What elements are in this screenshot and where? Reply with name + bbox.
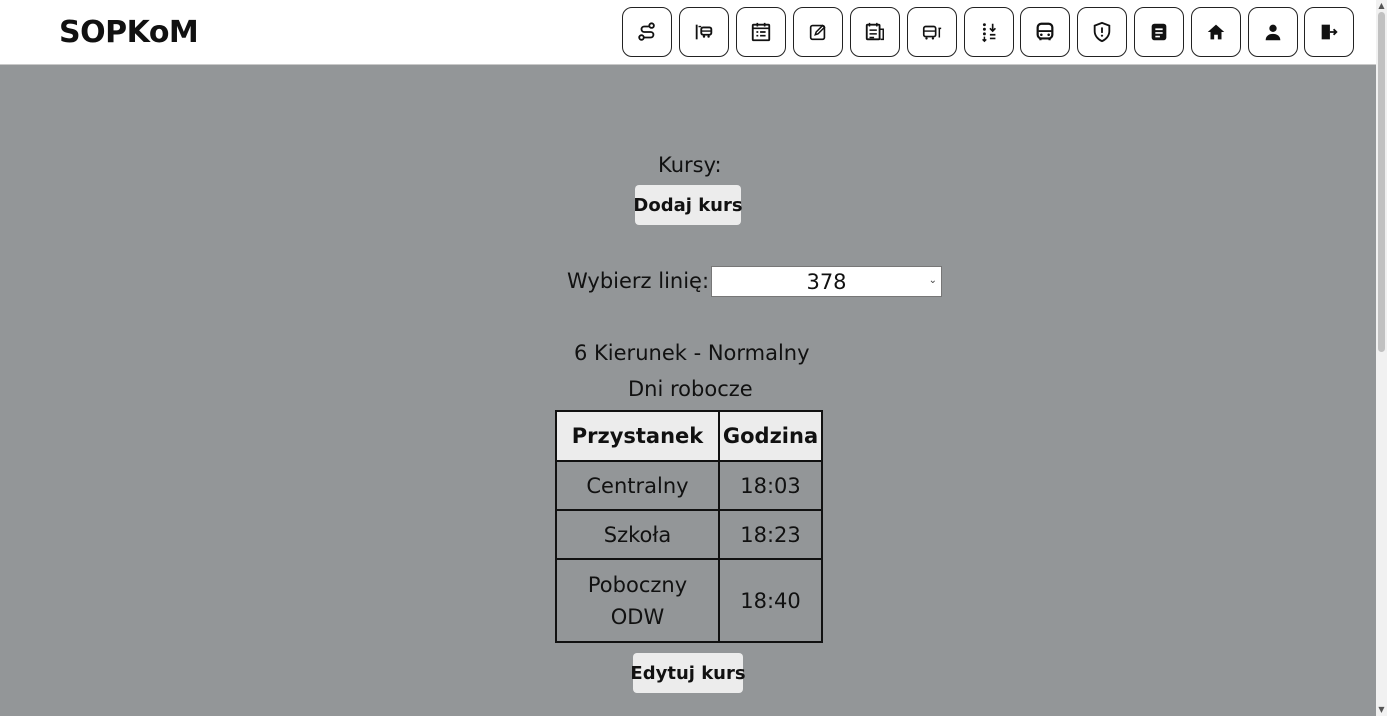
nav-user-button[interactable]: [1248, 7, 1298, 57]
calendar-list-icon: [751, 22, 771, 42]
day-type-heading: Dni robocze: [628, 377, 753, 401]
nav-security-button[interactable]: [1077, 7, 1127, 57]
home-icon: [1207, 24, 1225, 40]
bus-side-icon: [922, 25, 942, 40]
edit-icon: [809, 24, 826, 41]
nav-route-button[interactable]: [622, 7, 672, 57]
scrollbar-thumb[interactable]: [1378, 12, 1385, 352]
nav-edit-button[interactable]: [793, 7, 843, 57]
direction-heading: 6 Kierunek - Normalny: [574, 341, 810, 365]
table-row: Poboczny ODW 18:40: [555, 558, 823, 643]
table-row: Centralny 18:03: [555, 460, 823, 511]
stop-cell: Centralny: [555, 460, 720, 511]
bus-front-icon: [1036, 22, 1054, 41]
route-icon: [638, 22, 655, 41]
app-logo[interactable]: SOPKoM: [59, 15, 199, 50]
nav-vehicle-button[interactable]: [907, 7, 957, 57]
column-header-time: Godzina: [718, 410, 823, 462]
logout-icon: [1321, 24, 1338, 40]
sort-arrows-icon: [982, 23, 997, 43]
bus-stop-icon: [695, 24, 713, 40]
nav-logout-button[interactable]: [1304, 7, 1354, 57]
time-cell: 18:23: [718, 509, 823, 560]
time-cell: 18:03: [718, 460, 823, 511]
nav-calendar-list-button[interactable]: [736, 7, 786, 57]
line-select[interactable]: 378 ⌄: [711, 266, 942, 297]
column-header-stop: Przystanek: [555, 410, 720, 462]
nav-notes-button[interactable]: [1134, 7, 1184, 57]
timetable: Przystanek Godzina Centralny 18:03 Szkoł…: [555, 410, 823, 643]
calendar-edit-icon: [865, 22, 884, 41]
time-cell: 18:40: [718, 558, 823, 643]
chevron-down-icon: ⌄: [928, 275, 937, 286]
nav-home-button[interactable]: [1191, 7, 1241, 57]
nav-bus-stop-button[interactable]: [679, 7, 729, 57]
courses-label: Kursy:: [658, 153, 722, 177]
edit-course-button[interactable]: Edytuj kurs: [630, 653, 746, 693]
top-navigation-bar: SOPKoM: [0, 0, 1376, 65]
line-select-label: Wybierz linię:: [567, 269, 710, 293]
nav-schedule-button[interactable]: [850, 7, 900, 57]
line-select-value: 378: [806, 269, 847, 294]
nav-sort-button[interactable]: [964, 7, 1014, 57]
user-icon: [1265, 24, 1281, 41]
table-row: Szkoła 18:23: [555, 509, 823, 560]
shield-icon: [1093, 21, 1111, 43]
scroll-up-arrow-icon[interactable]: ▲: [1376, 0, 1387, 12]
page-scrollbar[interactable]: ▲ ▼: [1376, 0, 1387, 716]
table-header-row: Przystanek Godzina: [555, 410, 823, 462]
scroll-down-arrow-icon[interactable]: ▼: [1376, 704, 1387, 716]
document-icon: [1151, 23, 1167, 41]
add-course-button[interactable]: Dodaj kurs: [633, 185, 743, 225]
stop-cell: Poboczny ODW: [555, 558, 720, 643]
nav-bus-button[interactable]: [1020, 7, 1070, 57]
stop-cell: Szkoła: [555, 509, 720, 560]
